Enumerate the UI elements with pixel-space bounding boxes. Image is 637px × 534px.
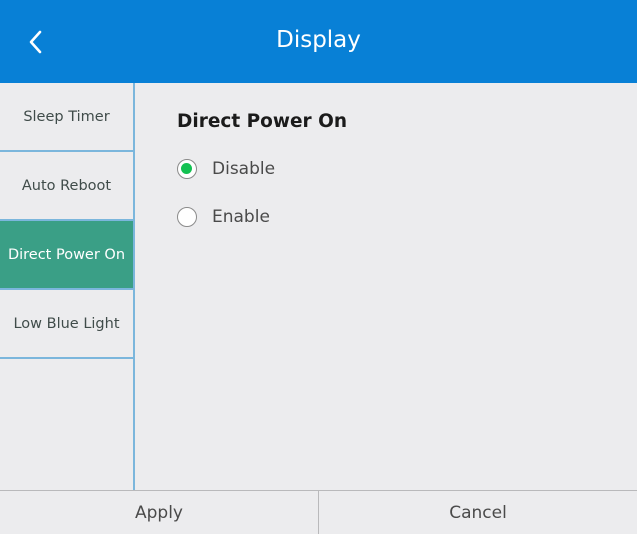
main-panel: Direct Power On Disable Enable: [135, 83, 637, 490]
option-disable[interactable]: Disable: [177, 154, 275, 184]
radio-disable[interactable]: [177, 159, 197, 179]
cancel-button[interactable]: Cancel: [318, 491, 637, 534]
page-title: Display: [276, 27, 361, 53]
sidebar-item-direct-power-on[interactable]: Direct Power On: [0, 221, 133, 290]
app-header: Display: [0, 0, 637, 83]
apply-button[interactable]: Apply: [0, 491, 318, 534]
section-title: Direct Power On: [177, 111, 347, 132]
sidebar-item-auto-reboot[interactable]: Auto Reboot: [0, 152, 133, 221]
option-disable-label: Disable: [212, 159, 276, 179]
sidebar-item-low-blue-light[interactable]: Low Blue Light: [0, 290, 133, 359]
radio-enable[interactable]: [177, 207, 197, 227]
option-enable[interactable]: Enable: [177, 202, 270, 232]
sidebar-item-sleep-timer[interactable]: Sleep Timer: [0, 83, 133, 152]
option-enable-label: Enable: [212, 207, 270, 227]
sidebar: Sleep Timer Auto Reboot Direct Power On …: [0, 83, 135, 490]
footer-bar: Apply Cancel: [0, 490, 637, 534]
